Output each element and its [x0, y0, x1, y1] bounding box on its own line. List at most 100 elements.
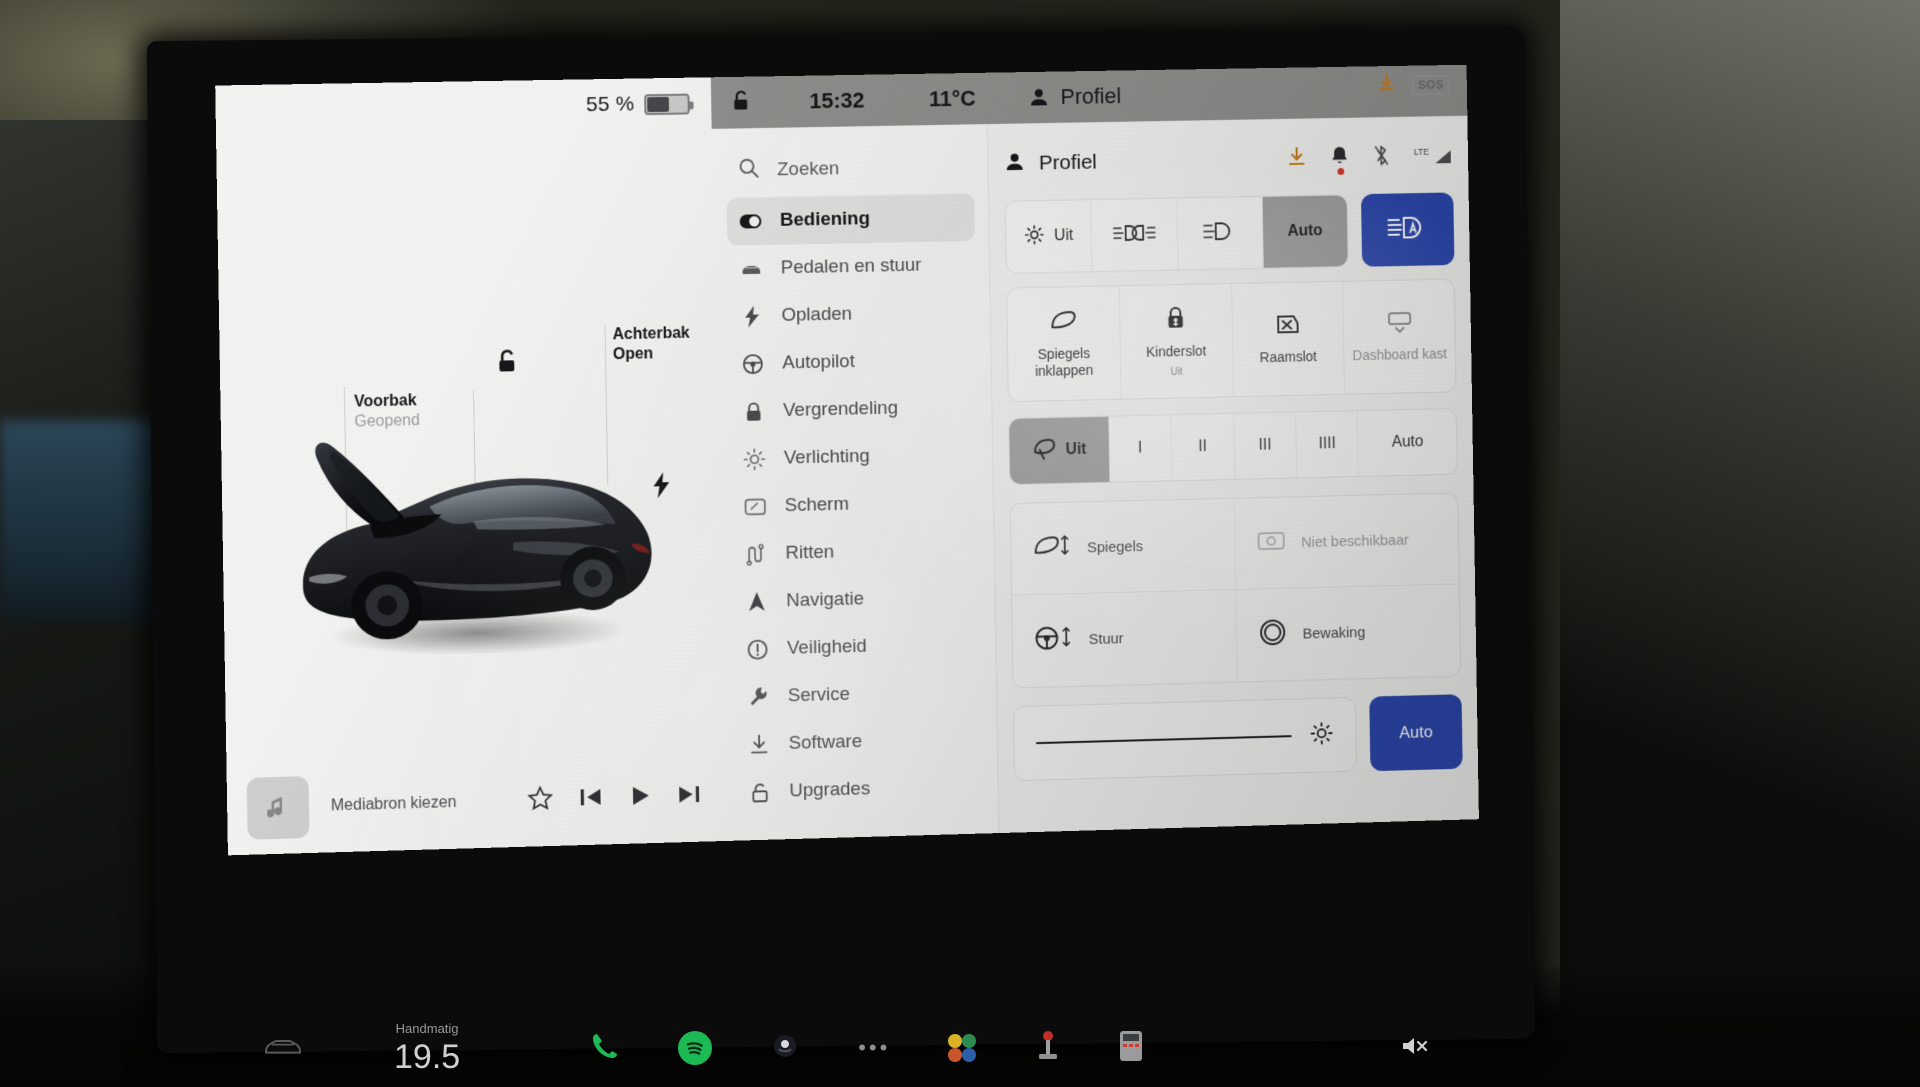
sidebar-item-upgrades[interactable]: Upgrades	[736, 762, 984, 816]
sentry-mode-icon	[1258, 617, 1288, 652]
sidebar-item-vergrendeling[interactable]: Vergrendeling	[730, 383, 978, 436]
wipers-option-auto[interactable]: Auto	[1358, 409, 1457, 476]
mute-icon[interactable]	[1400, 1034, 1430, 1063]
next-track-icon[interactable]	[677, 783, 701, 810]
sidebar-item-software[interactable]: Software	[735, 715, 983, 769]
sos-button[interactable]: SOS	[1412, 74, 1450, 95]
vehicle-unlock-icon[interactable]	[495, 347, 521, 380]
star-icon[interactable]	[527, 785, 553, 817]
media-source-label[interactable]: Mediabron kiezen	[331, 794, 457, 815]
wipers-option-3-label: III	[1258, 436, 1272, 454]
sidebar-item-label: Opladen	[781, 303, 853, 326]
lock-icon	[742, 401, 766, 423]
brightness-auto-button[interactable]: Auto	[1369, 694, 1463, 772]
toybox-icon[interactable]	[948, 1034, 978, 1062]
tile-child-lock[interactable]: Kinderslot Uit	[1119, 284, 1234, 399]
quad-dashcam-label: Niet beschikbaar	[1300, 531, 1409, 551]
settings-sidebar: Zoeken Bediening Pedalen en stuur Oplade…	[711, 124, 1000, 842]
person-icon	[1031, 89, 1048, 106]
sidebar-item-label: Service	[787, 683, 851, 707]
quick-tiles-row: Spiegels inklappen Kinderslot Uit Raamsl…	[1006, 278, 1457, 403]
car-icon[interactable]	[262, 1034, 304, 1063]
sidebar-item-service[interactable]: Service	[734, 668, 982, 722]
sidebar-item-navigatie[interactable]: Navigatie	[733, 573, 981, 627]
navigation-arrow-icon	[745, 591, 769, 613]
sidebar-item-bediening[interactable]: Bediening	[726, 193, 976, 246]
quad-sentry[interactable]: Bewaking	[1236, 584, 1460, 681]
tile-glovebox[interactable]: Dashboard kast	[1343, 280, 1455, 394]
download-icon[interactable]	[1378, 74, 1395, 97]
brightness-icon	[1309, 720, 1335, 751]
quad-sentry-label: Bewaking	[1302, 624, 1366, 643]
lights-option-lowbeam[interactable]	[1177, 196, 1264, 270]
play-icon[interactable]	[628, 783, 652, 812]
vehicle-image[interactable]	[276, 378, 677, 686]
mirror-fold-icon	[1049, 309, 1079, 338]
auto-high-beam-button[interactable]	[1360, 192, 1455, 267]
wipers-option-4[interactable]: IIII	[1296, 411, 1360, 478]
sidebar-item-autopilot[interactable]: Autopilot	[729, 336, 977, 389]
brightness-row: Auto	[1012, 694, 1463, 782]
rear-trunk-label: Achterbak Open	[612, 324, 690, 365]
lights-option-off[interactable]: Uit	[1005, 200, 1093, 273]
previous-track-icon[interactable]	[579, 785, 603, 813]
trips-icon	[744, 543, 768, 565]
wipers-option-3[interactable]: III	[1233, 412, 1298, 479]
climate-control[interactable]: Handmatig 19.5	[394, 1022, 460, 1074]
sidebar-item-scherm[interactable]: Scherm	[731, 478, 979, 531]
lights-option-off-label: Uit	[1054, 227, 1074, 245]
battery-icon	[644, 93, 690, 115]
tesla-touchscreen: 55 % 15:32 11°C Profiel SOS Voorbak Geop…	[215, 64, 1479, 856]
lights-option-auto[interactable]: Auto	[1262, 195, 1348, 268]
quad-mirrors[interactable]: Spiegels	[1010, 498, 1237, 596]
brightness-slider[interactable]	[1012, 697, 1357, 782]
wipers-option-2-label: II	[1198, 438, 1208, 456]
tile-mirror-fold-label: Spiegels inklappen	[1034, 344, 1094, 379]
sidebar-item-veiligheid[interactable]: Veiligheid	[734, 620, 982, 674]
sidebar-item-ritten[interactable]: Ritten	[732, 525, 980, 579]
unlock-shop-icon	[748, 781, 772, 803]
outside-temperature: 11°C	[928, 85, 977, 112]
music-note-icon[interactable]	[246, 776, 310, 840]
sidebar-item-label: Pedalen en stuur	[780, 254, 922, 279]
arcade-icon[interactable]	[1036, 1030, 1060, 1067]
controls-pane: Profiel LTE Uit Auto Spiegels inklappen …	[987, 115, 1479, 834]
sidebar-item-pedalen-en-stuur[interactable]: Pedalen en stuur	[727, 241, 975, 293]
sidebar-item-opladen[interactable]: Opladen	[728, 288, 976, 341]
search-placeholder: Zoeken	[777, 158, 840, 181]
brightness-track[interactable]	[1035, 735, 1292, 745]
sidebar-item-verlichting[interactable]: Verlichting	[731, 431, 979, 484]
search-row[interactable]: Zoeken	[712, 140, 988, 198]
unlock-icon[interactable]	[731, 88, 753, 117]
dock-right	[1400, 1034, 1430, 1063]
bell-icon[interactable]	[1330, 145, 1349, 175]
phone-icon[interactable]	[590, 1031, 620, 1066]
notification-dot	[1337, 167, 1344, 175]
sidebar-item-label: Verlichting	[783, 445, 870, 469]
spotify-icon[interactable]	[678, 1031, 713, 1065]
quad-dashcam[interactable]: Niet beschikbaar	[1234, 493, 1459, 591]
wipers-option-2[interactable]: II	[1171, 413, 1235, 481]
bottom-dock: Handmatig 19.5 •••	[152, 1009, 1530, 1087]
wipers-option-1[interactable]: I	[1108, 415, 1173, 482]
tile-mirror-fold[interactable]: Spiegels inklappen	[1007, 286, 1122, 402]
voice-icon[interactable]	[770, 1031, 800, 1066]
download-icon[interactable]	[1288, 147, 1306, 172]
profile-button[interactable]: Profiel	[1028, 83, 1121, 110]
bluetooth-off-icon[interactable]	[1373, 144, 1389, 171]
status-bar-icons: SOS	[1378, 73, 1450, 97]
lte-signal-icon[interactable]: LTE	[1414, 147, 1453, 165]
sidebar-item-label: Bediening	[779, 208, 871, 231]
adjust-quad: Spiegels Niet beschikbaar Stuur Bewaking	[1009, 492, 1462, 689]
sidebar-item-label: Scherm	[784, 493, 850, 517]
quad-steering[interactable]: Stuur	[1012, 590, 1238, 688]
auto-high-beam-icon	[1386, 214, 1429, 245]
wipers-option-auto-label: Auto	[1391, 433, 1424, 451]
lights-segment: Uit Auto	[1004, 194, 1349, 274]
low-beam-icon	[1202, 220, 1237, 247]
more-dots-icon[interactable]: •••	[858, 1035, 890, 1061]
wipers-option-off[interactable]: Uit	[1009, 416, 1110, 485]
calculator-icon[interactable]	[1118, 1030, 1144, 1067]
lights-option-parking[interactable]	[1091, 198, 1179, 272]
tile-window-lock[interactable]: Raamslot	[1231, 281, 1346, 397]
